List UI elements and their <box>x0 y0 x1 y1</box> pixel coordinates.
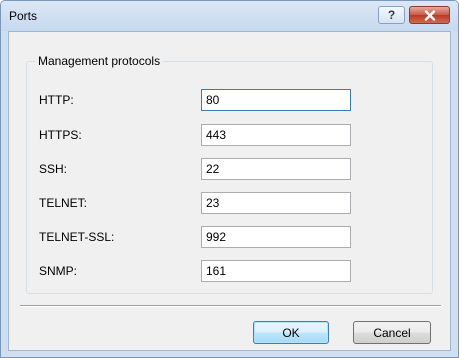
http-label: HTTP: <box>39 93 74 107</box>
ssh-label: SSH: <box>39 162 68 176</box>
http-port-input[interactable] <box>201 89 351 111</box>
ssh-port-input[interactable] <box>201 158 351 180</box>
group-legend: Management protocols <box>35 54 164 68</box>
ports-dialog: Ports ? Management protocols HTTP: HTTPS… <box>0 0 459 358</box>
title-bar[interactable]: Ports ? <box>1 1 458 31</box>
close-button[interactable] <box>409 6 450 24</box>
ok-button[interactable]: OK <box>253 321 329 344</box>
help-icon: ? <box>387 8 396 22</box>
cancel-button[interactable]: Cancel <box>353 321 431 344</box>
telnet-ssl-label: TELNET-SSL: <box>39 230 115 244</box>
snmp-port-input[interactable] <box>201 260 351 282</box>
dialog-body: Management protocols HTTP: HTTPS: SSH: T… <box>8 31 451 351</box>
close-icon <box>424 9 435 21</box>
snmp-label: SNMP: <box>39 264 78 278</box>
window-title: Ports <box>9 9 38 23</box>
separator <box>20 305 441 307</box>
help-button[interactable]: ? <box>378 6 405 24</box>
https-label: HTTPS: <box>39 128 82 142</box>
telnet-ssl-port-input[interactable] <box>201 226 351 248</box>
https-port-input[interactable] <box>201 124 351 146</box>
telnet-label: TELNET: <box>39 196 88 210</box>
telnet-port-input[interactable] <box>201 192 351 214</box>
management-protocols-group: Management protocols HTTP: HTTPS: SSH: T… <box>26 54 433 294</box>
